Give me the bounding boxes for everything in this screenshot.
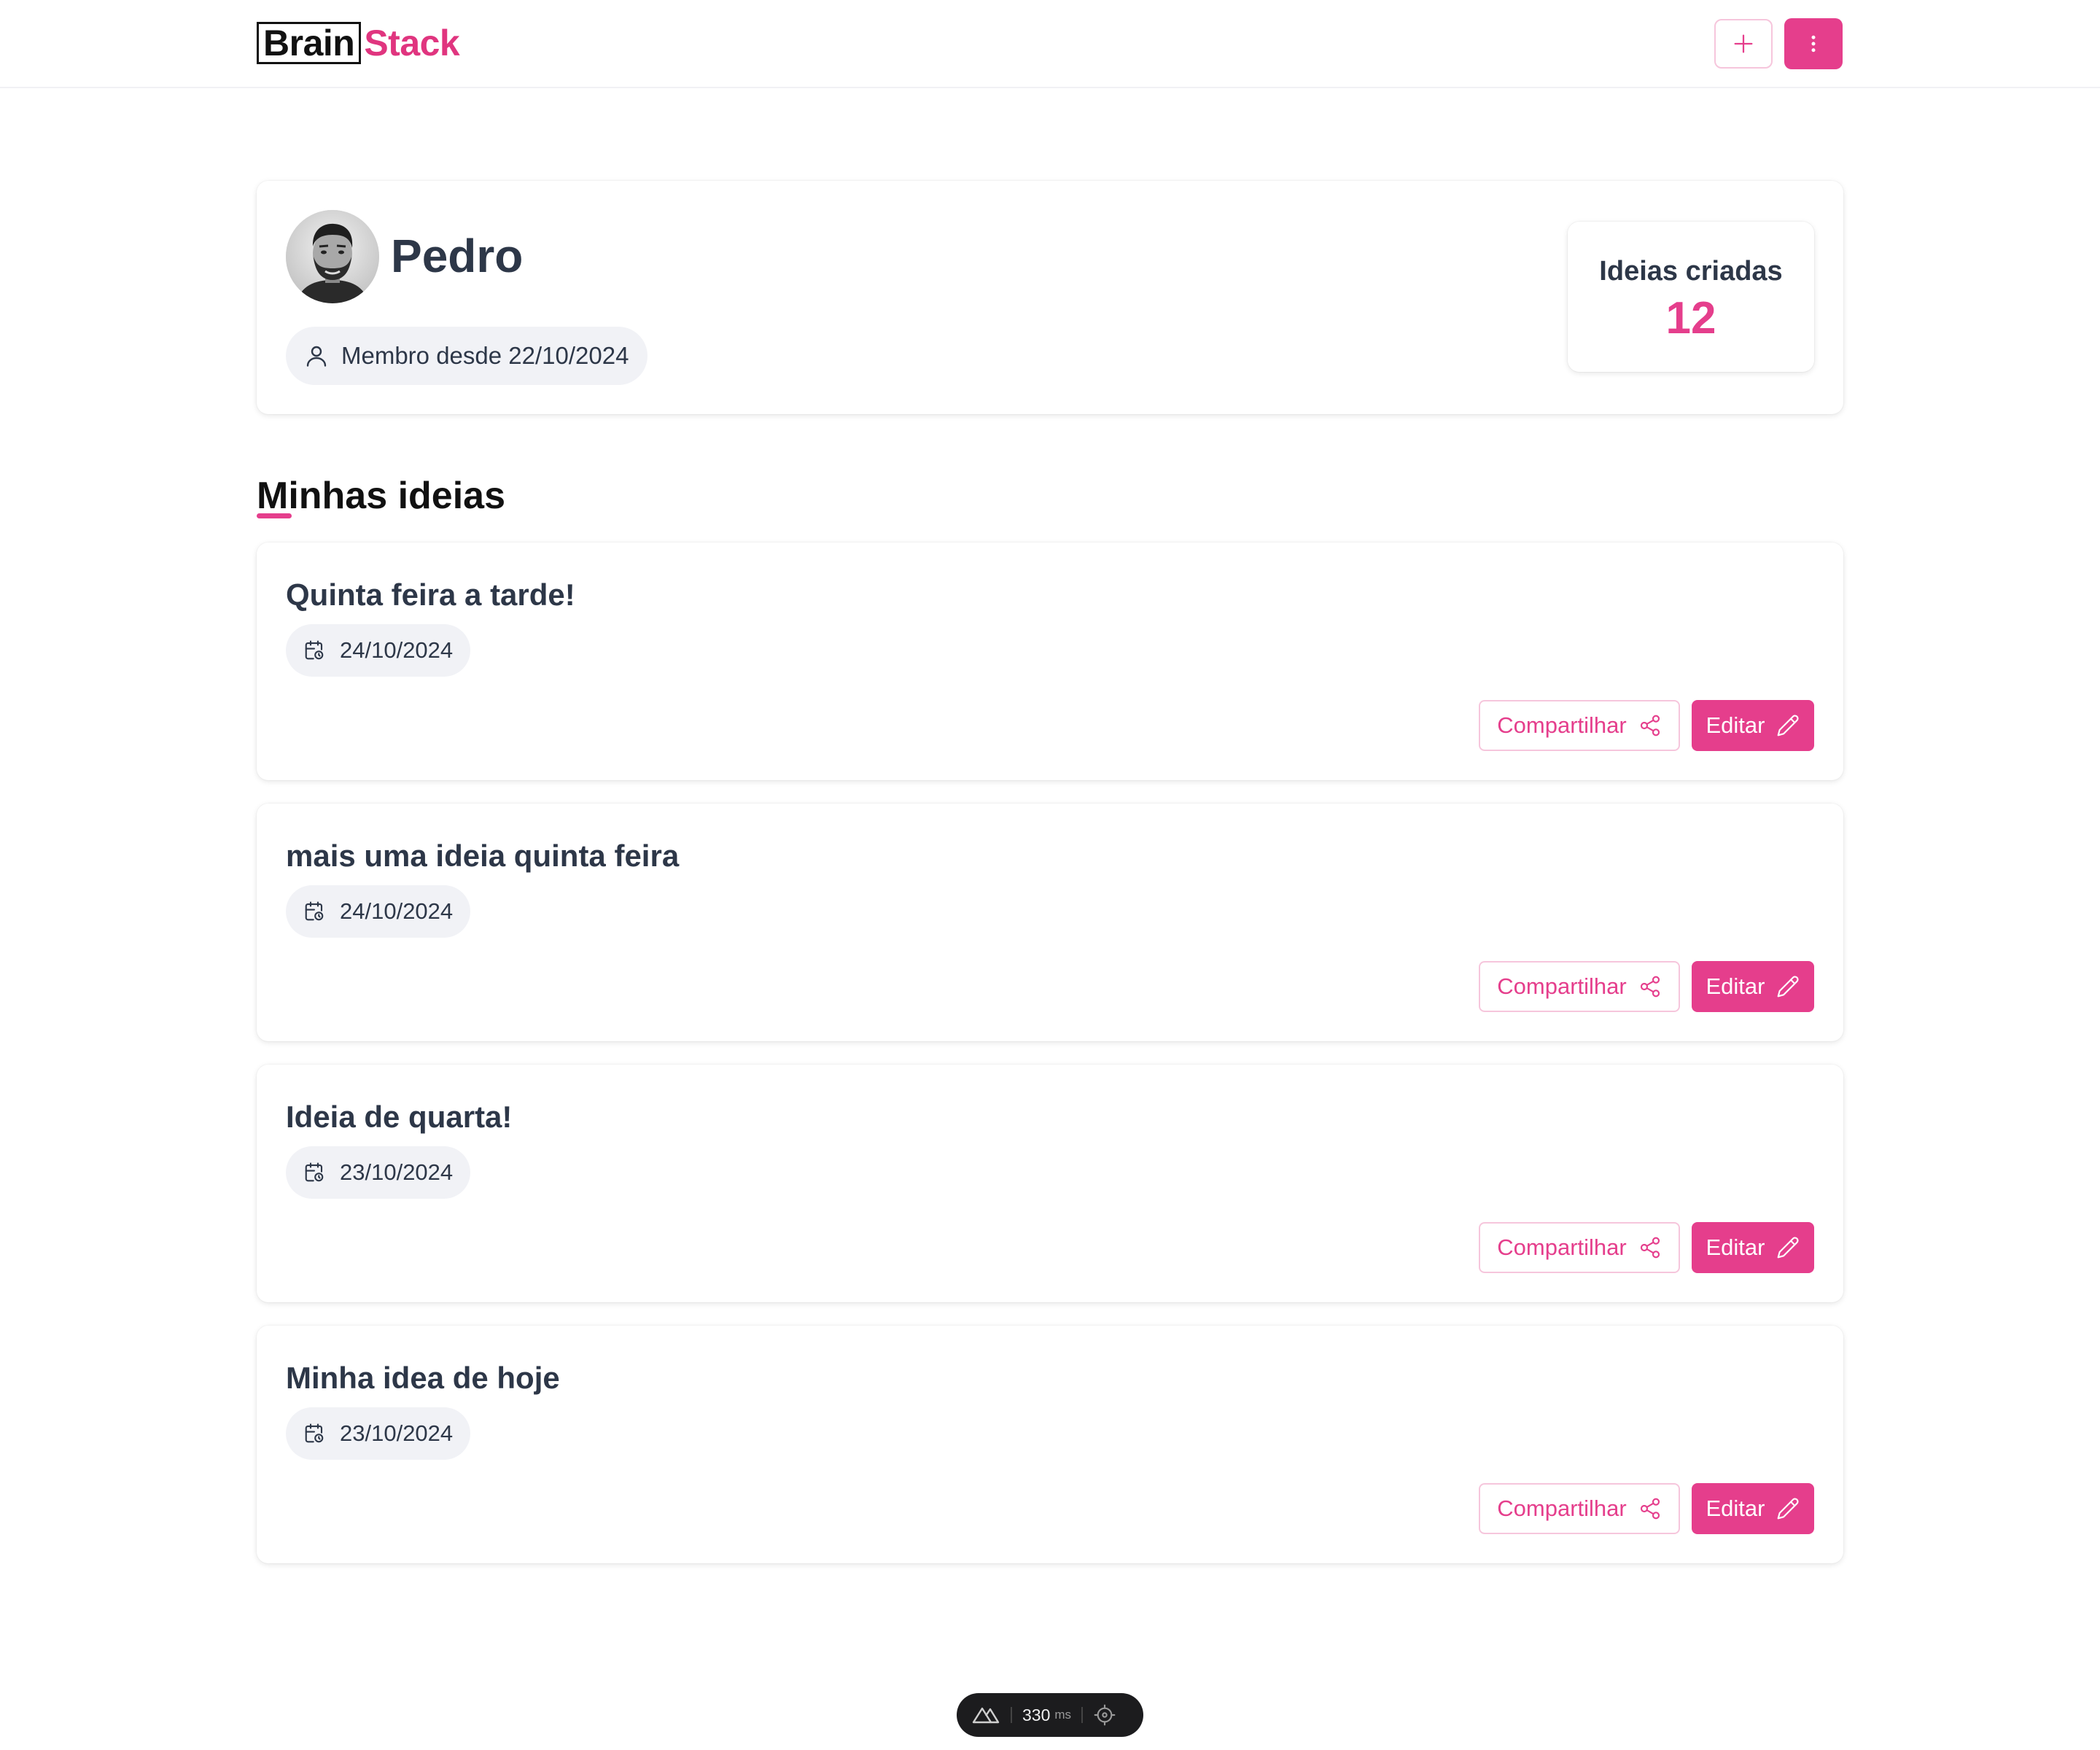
share-icon [1640, 1237, 1660, 1259]
idea-card[interactable]: mais uma ideia quinta feira 24/10/2024 C… [257, 804, 1843, 1041]
share-icon [1640, 976, 1660, 998]
share-button-label: Compartilhar [1497, 1496, 1627, 1521]
crosshair-icon[interactable] [1093, 1703, 1116, 1727]
add-idea-button[interactable] [1714, 19, 1773, 69]
edit-button[interactable]: Editar [1692, 1222, 1814, 1273]
member-since-badge: Membro desde 22/10/2024 [286, 327, 648, 385]
profile-card: Pedro Membro desde 22/10/2024 Ideias cri… [257, 181, 1843, 414]
idea-date: 23/10/2024 [340, 1159, 454, 1185]
edit-button[interactable]: Editar [1692, 961, 1814, 1012]
section-title-underline [257, 513, 292, 518]
share-icon [1640, 715, 1660, 736]
idea-title[interactable]: Minha idea de hoje [286, 1356, 560, 1400]
pencil-icon [1778, 1237, 1799, 1259]
idea-card[interactable]: Ideia de quarta! 23/10/2024 Compartilhar… [257, 1065, 1843, 1302]
devtools-time-value: 330 [1022, 1705, 1051, 1724]
edit-button-label: Editar [1706, 712, 1765, 738]
user-photo [286, 210, 379, 303]
section-title: Minhas ideias [257, 475, 505, 517]
ideas-count-value: 12 [1665, 293, 1716, 343]
top-navbar: Brain Stack [0, 0, 2100, 88]
idea-date-badge: 24/10/2024 [286, 624, 471, 677]
ideas-count-box: Ideias criadas 12 [1568, 222, 1814, 372]
share-button-label: Compartilhar [1497, 712, 1627, 738]
member-since-text: Membro desde 22/10/2024 [341, 342, 629, 369]
idea-title[interactable]: Ideia de quarta! [286, 1095, 512, 1139]
idea-date-badge: 24/10/2024 [286, 885, 471, 938]
calendar-clock-icon [305, 1162, 324, 1182]
calendar-clock-icon [305, 1423, 324, 1443]
share-button-label: Compartilhar [1497, 973, 1627, 999]
share-icon [1640, 1498, 1660, 1520]
pencil-icon [1778, 715, 1799, 736]
calendar-clock-icon [305, 640, 324, 660]
idea-date-badge: 23/10/2024 [286, 1407, 471, 1460]
vertical-dots-icon [1811, 35, 1816, 52]
share-button[interactable]: Compartilhar [1479, 961, 1680, 1012]
user-icon [306, 346, 327, 367]
edit-button-label: Editar [1706, 973, 1765, 999]
share-button[interactable]: Compartilhar [1479, 1483, 1680, 1534]
devtools-divider [1011, 1707, 1012, 1723]
ideas-count-label: Ideias criadas [1599, 256, 1783, 287]
devtools-badge[interactable]: 330 ms [957, 1693, 1143, 1737]
logo-stack-text: Stack [364, 23, 460, 63]
nuxt-logo-icon[interactable] [971, 1706, 1000, 1724]
brainstack-logo[interactable]: Brain Stack [257, 22, 460, 64]
devtools-divider [1081, 1707, 1084, 1723]
share-button[interactable]: Compartilhar [1479, 700, 1680, 751]
idea-date: 24/10/2024 [340, 637, 454, 663]
idea-date: 23/10/2024 [340, 1420, 454, 1446]
devtools-time-unit: ms [1054, 1708, 1072, 1722]
share-button[interactable]: Compartilhar [1479, 1222, 1680, 1273]
idea-date-badge: 23/10/2024 [286, 1146, 471, 1199]
idea-card[interactable]: Quinta feira a tarde! 24/10/2024 Compart… [257, 542, 1843, 780]
edit-button-label: Editar [1706, 1496, 1765, 1521]
idea-date: 24/10/2024 [340, 898, 454, 924]
pencil-icon [1778, 1498, 1799, 1520]
logo-brain-text: Brain [257, 22, 362, 64]
share-button-label: Compartilhar [1497, 1234, 1627, 1260]
idea-card[interactable]: Minha idea de hoje 23/10/2024 Compartilh… [257, 1326, 1843, 1563]
plus-icon [1734, 34, 1753, 53]
calendar-clock-icon [305, 901, 324, 921]
idea-title[interactable]: Quinta feira a tarde! [286, 573, 575, 617]
pencil-icon [1778, 976, 1799, 998]
avatar [286, 210, 379, 303]
edit-button[interactable]: Editar [1692, 700, 1814, 751]
idea-title[interactable]: mais uma ideia quinta feira [286, 834, 679, 878]
menu-button[interactable] [1784, 18, 1843, 69]
edit-button[interactable]: Editar [1692, 1483, 1814, 1534]
profile-name: Pedro [391, 230, 524, 282]
edit-button-label: Editar [1706, 1234, 1765, 1260]
